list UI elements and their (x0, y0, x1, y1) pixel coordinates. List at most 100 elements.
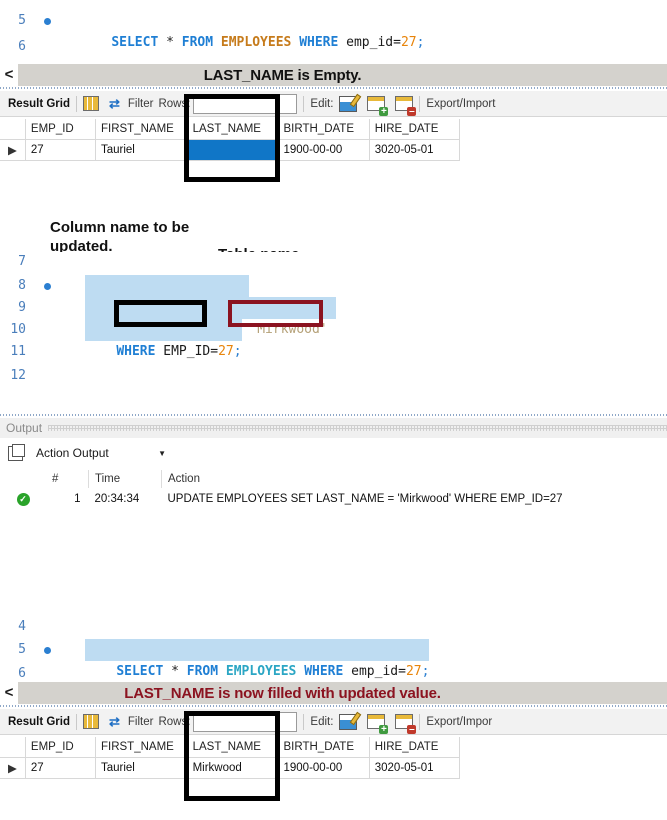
output-header-row: # Time Action (0, 470, 667, 488)
keyword-from: FROM (181, 35, 214, 50)
toolbar-separator (75, 713, 77, 730)
column-header-hire-date[interactable]: HIRE_DATE (369, 119, 461, 140)
line-number-4-bottom: 4 (18, 619, 26, 634)
sql-editor-mid[interactable]: 7 8 UPDATE EMPLOYEES 9 SET LAST_NAME = '… (0, 252, 667, 412)
line-number-11: 11 (10, 344, 26, 359)
scroll-left-arrow-top[interactable]: < (0, 64, 18, 86)
delete-row-icon[interactable] (395, 714, 417, 734)
cell-hire-date[interactable]: 3020-05-01 (369, 757, 461, 779)
line-number-7: 7 (18, 254, 26, 269)
edit-label-top: Edit: (310, 97, 334, 110)
row-marker-header (0, 737, 26, 758)
table-employees: EMPLOYEES (220, 35, 292, 50)
result-grid-label-bottom: Result Grid (8, 715, 70, 728)
output-column-num: # (46, 470, 89, 488)
export-import-label-bottom[interactable]: Export/Impor (426, 716, 492, 728)
output-header-dots (48, 425, 667, 431)
edit-pencil-icon[interactable] (339, 95, 358, 112)
chevron-down-icon[interactable]: ▼ (158, 449, 166, 458)
output-row-action: UPDATE EMPLOYEES SET LAST_NAME = 'Mirkwo… (161, 488, 667, 510)
add-row-icon[interactable] (367, 714, 389, 734)
line-number-5-bottom: 5 (18, 642, 26, 657)
scroll-left-arrow-bottom[interactable]: < (0, 682, 18, 704)
column-header-birth-date[interactable]: BIRTH_DATE (278, 119, 370, 140)
output-action-table[interactable]: # Time Action ✓ 1 20:34:34 UPDATE EMPLOY… (0, 470, 667, 510)
line-number-8: 8 (18, 278, 26, 293)
line-bullet-8 (44, 283, 51, 290)
result-grid-toolbar-top[interactable]: Result Grid ⇄ Filter Rows: Edit: Export/… (0, 91, 667, 117)
keyword-where: WHERE (299, 35, 339, 50)
stacked-documents-icon[interactable] (8, 443, 25, 461)
cell-first-name[interactable]: Tauriel (95, 757, 188, 779)
toolbar-separator (75, 95, 77, 112)
cell-emp-id[interactable]: 27 (25, 757, 96, 779)
edit-pencil-icon[interactable] (339, 713, 358, 730)
value-27: 27 (400, 35, 417, 50)
sql-statement-select-bottom[interactable]: SELECT * FROM EMPLOYEES WHERE emp_id=27; (85, 639, 430, 679)
column-header-hire-date[interactable]: HIRE_DATE (369, 737, 461, 758)
value-27-mid: 27 (218, 344, 234, 359)
keyword-select: SELECT (111, 35, 159, 50)
toolbar-separator (419, 95, 421, 112)
refresh-icon[interactable]: ⇄ (109, 714, 120, 730)
grid-columns-icon[interactable] (82, 714, 99, 729)
toolbar-separator (419, 713, 421, 730)
grid-columns-icon[interactable] (82, 96, 99, 111)
cell-emp-id[interactable]: 27 (25, 139, 96, 161)
output-row-num: 1 (46, 488, 89, 510)
refresh-icon[interactable]: ⇄ (109, 96, 120, 112)
filter-label-bottom: Filter (127, 715, 154, 728)
edit-label-bottom: Edit: (310, 715, 334, 728)
column-header-emp-id[interactable]: EMP_ID (25, 119, 96, 140)
line-number-6: 6 (18, 39, 26, 54)
keyword-from-bottom: FROM (186, 664, 219, 679)
highlight-box-value (228, 300, 323, 327)
line-number-10: 10 (10, 322, 26, 337)
add-row-icon[interactable] (367, 96, 389, 116)
column-header-first-name[interactable]: FIRST_NAME (95, 737, 188, 758)
output-status-header (0, 470, 46, 488)
result-grid-toolbar-bottom[interactable]: Result Grid ⇄ Filter Rows: Edit: Export/… (0, 709, 667, 735)
output-row-time: 20:34:34 (88, 488, 162, 510)
sql-editor-top[interactable]: 5 SELECT * FROM EMPLOYEES WHERE emp_id=2… (0, 0, 667, 68)
row-marker[interactable]: ▶ (0, 757, 26, 779)
line-number-5: 5 (18, 13, 26, 28)
annotation-text-top: LAST_NAME is Empty. (203, 66, 362, 84)
output-view-select[interactable]: Action Output ▼ (33, 443, 169, 463)
panel-divider-output (0, 413, 667, 417)
sql-statement-update[interactable]: UPDATE EMPLOYEES (85, 275, 250, 315)
sql-statement-select-top[interactable]: SELECT * FROM EMPLOYEES WHERE emp_id=27; (80, 10, 424, 50)
column-header-first-name[interactable]: FIRST_NAME (95, 119, 188, 140)
row-marker[interactable]: ▶ (0, 139, 26, 161)
column-header-birth-date[interactable]: BIRTH_DATE (278, 737, 370, 758)
cell-birth-date[interactable]: 1900-00-00 (278, 757, 370, 779)
toolbar-separator (303, 713, 305, 730)
output-toolbar[interactable]: Action Output ▼ (0, 440, 667, 466)
output-column-action: Action (161, 470, 667, 488)
column-header-emp-id[interactable]: EMP_ID (25, 737, 96, 758)
output-row[interactable]: ✓ 1 20:34:34 UPDATE EMPLOYEES SET LAST_N… (0, 488, 667, 510)
output-view-label: Action Output (36, 446, 109, 460)
delete-row-icon[interactable] (395, 96, 417, 116)
table-employees-bottom: EMPLOYEES (225, 664, 297, 679)
toolbar-separator (303, 95, 305, 112)
keyword-where-mid: WHERE (116, 344, 156, 359)
line-number-12: 12 (10, 368, 26, 383)
output-column-time: Time (88, 470, 162, 488)
output-status-cell: ✓ (0, 488, 46, 510)
cell-hire-date[interactable]: 3020-05-01 (369, 139, 461, 161)
panel-divider-top (0, 86, 667, 90)
line-bullet-5 (44, 18, 51, 25)
export-import-label-top[interactable]: Export/Import (426, 98, 495, 110)
sql-editor-bottom[interactable]: 4 5 SELECT * FROM EMPLOYEES WHERE emp_id… (0, 608, 667, 681)
line-number-9: 9 (18, 300, 26, 315)
cell-birth-date[interactable]: 1900-00-00 (278, 139, 370, 161)
line-bullet-5-bottom (44, 647, 51, 654)
row-marker-header (0, 119, 26, 140)
annotation-text-bottom: LAST_NAME is now filled with updated val… (124, 684, 441, 702)
value-27-bottom: 27 (405, 664, 422, 679)
annotation-banner-top: < LAST_NAME is Empty. (0, 64, 667, 86)
highlight-box-column-name (114, 300, 207, 327)
cell-first-name[interactable]: Tauriel (95, 139, 188, 161)
filter-label-top: Filter (127, 97, 154, 110)
